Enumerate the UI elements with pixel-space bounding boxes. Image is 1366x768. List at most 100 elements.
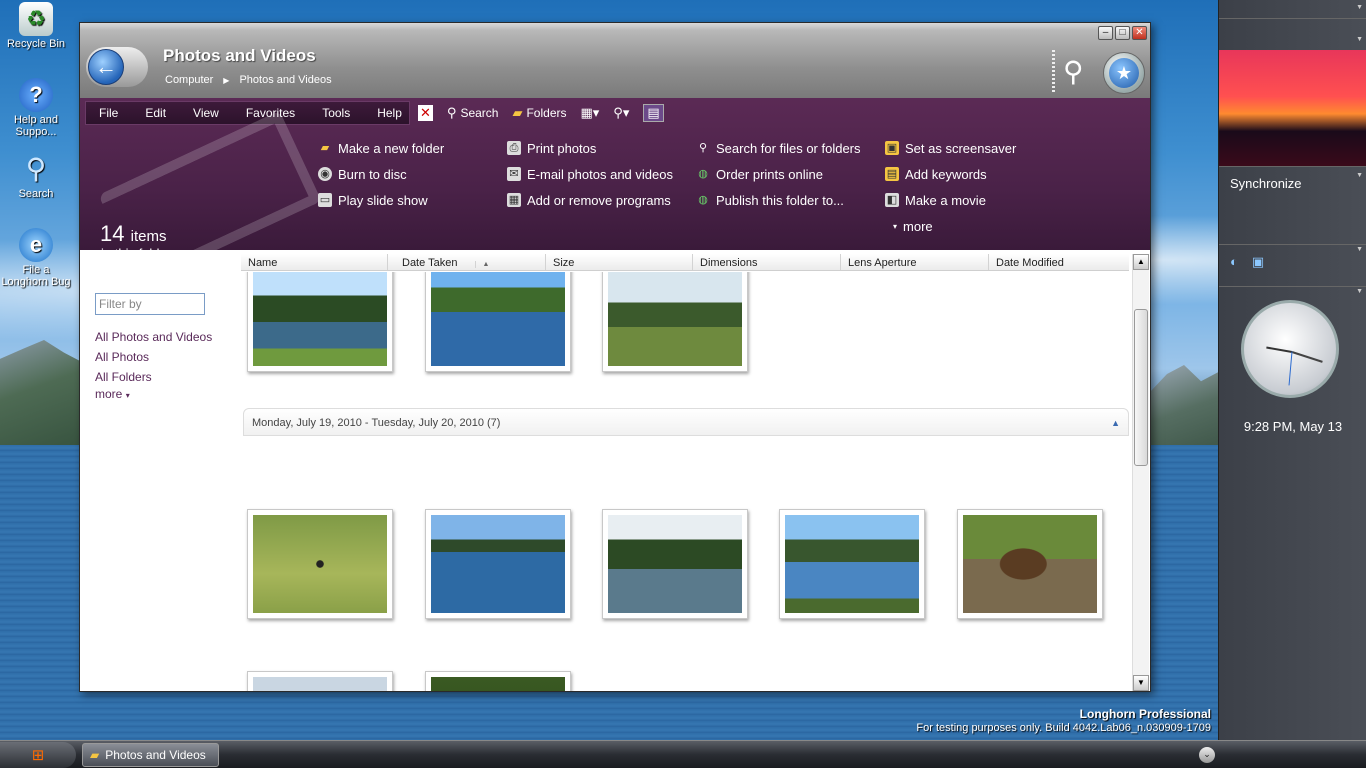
search-icon: ⚲ [25, 153, 47, 184]
task-order-prints[interactable]: ◍ Order prints online [696, 164, 885, 184]
explorer-window: ← Photos and Videos Computer ▶ Photos an… [79, 22, 1151, 692]
desktop-icon-search[interactable]: ⚲ Search [1, 152, 71, 201]
search-icon[interactable]: ⚲ [1063, 55, 1097, 89]
tile-menu-arrow-icon[interactable]: ▼ [1356, 172, 1363, 179]
tile-menu-arrow-icon[interactable]: ▼ [1356, 4, 1363, 11]
nav-all-folders[interactable]: All Folders [95, 367, 212, 387]
desktop-icon-label: Recycle Bin [6, 38, 66, 50]
task-make-new-folder[interactable]: ▰ Make a new folder [318, 138, 507, 158]
column-dimensions[interactable]: Dimensions [692, 254, 840, 270]
menu-file[interactable]: File [86, 102, 132, 124]
task-print-photos[interactable]: ⎙ Print photos [507, 138, 696, 158]
views-button[interactable]: ▦▾ [580, 105, 599, 121]
close-button[interactable]: ✕ [1132, 26, 1147, 40]
photo-thumbnail[interactable] [425, 272, 571, 372]
task-set-screensaver[interactable]: ▣ Set as screensaver [885, 138, 1074, 158]
scroll-down-button[interactable]: ▼ [1133, 675, 1149, 691]
breadcrumb-photos-videos[interactable]: Photos and Videos [239, 74, 331, 86]
photo-thumbnail[interactable] [425, 671, 571, 691]
breadcrumb-separator-icon[interactable]: ▶ [223, 76, 229, 85]
desktop-mountain-right [1150, 365, 1218, 455]
task-label: Burn to disc [338, 166, 407, 182]
task-more-link[interactable]: ▾ more [885, 216, 1074, 236]
tile-menu-arrow-icon[interactable]: ▼ [1356, 246, 1363, 253]
order-prints-icon: ◍ [698, 168, 708, 180]
task-label: E-mail photos and videos [527, 166, 673, 182]
nav-more-link[interactable]: more ▾ [95, 387, 212, 403]
task-email-photos[interactable]: ✉ E-mail photos and videos [507, 164, 696, 184]
minimize-button[interactable]: – [1098, 26, 1113, 40]
task-make-movie[interactable]: ◧ Make a movie [885, 190, 1074, 210]
task-play-slide-show[interactable]: ▭ Play slide show [318, 190, 507, 210]
task-add-keywords[interactable]: ▤ Add keywords [885, 164, 1074, 184]
photo-thumbnail[interactable] [247, 272, 393, 372]
photo-brown-bear [963, 515, 1097, 613]
nav-all-photos-videos[interactable]: All Photos and Videos [95, 327, 212, 347]
column-date-taken[interactable]: Date Taken ▲ [387, 254, 545, 270]
group-header[interactable]: Monday, July 19, 2010 - Tuesday, July 20… [243, 408, 1129, 436]
build-watermark: Longhorn Professional For testing purpos… [916, 708, 1211, 735]
photo-thumbnail[interactable] [602, 509, 748, 619]
task-add-remove-programs[interactable]: ▦ Add or remove programs [507, 190, 696, 210]
breadcrumb-computer[interactable]: Computer [165, 74, 213, 86]
ie-icon[interactable]: ◐ [1230, 254, 1238, 270]
start-button[interactable]: ⊞ [0, 742, 76, 768]
slideshow-icon: ▭ [318, 193, 332, 207]
photo-thumbnail[interactable] [602, 272, 748, 372]
search-button-label: Search [460, 106, 499, 120]
desktop-icon-label: Help and Suppo... [13, 114, 59, 138]
folders-button[interactable]: ▰ Folders [512, 105, 566, 121]
scroll-up-button[interactable]: ▲ [1133, 254, 1149, 270]
sync-label[interactable]: Synchronize [1230, 176, 1302, 191]
preview-pane-button[interactable]: ▤ [643, 104, 664, 122]
menu-edit[interactable]: Edit [132, 102, 180, 124]
maximize-button[interactable]: □ [1115, 26, 1130, 40]
desktop-icon-recycle-bin[interactable]: ♻ Recycle Bin [1, 2, 71, 50]
menu-view[interactable]: View [180, 102, 233, 124]
photo-thumbnail[interactable] [425, 509, 571, 619]
nav-all-photos[interactable]: All Photos [95, 347, 212, 367]
stop-button[interactable]: ✕ [418, 105, 433, 121]
column-date-modified[interactable]: Date Modified [988, 254, 1129, 270]
preview-pane-icon: ▤ [647, 105, 660, 120]
task-publish-folder[interactable]: ◍ Publish this folder to... [696, 190, 885, 210]
scrollbar-thumb[interactable] [1134, 309, 1148, 466]
star-icon: ★ [1109, 58, 1139, 88]
folders-button-label: Folders [526, 106, 567, 120]
photo-blue-lake [431, 272, 565, 366]
zoom-button[interactable]: ⚲▾ [613, 105, 629, 121]
task-label: Make a movie [905, 192, 986, 208]
folder-icon: ▰ [512, 105, 523, 120]
column-lens-aperture[interactable]: Lens Aperture [840, 254, 988, 270]
windows-logo-icon: ⊞ [31, 747, 45, 764]
photo-thumbnail[interactable] [779, 509, 925, 619]
task-burn-to-disc[interactable]: ◉ Burn to disc [318, 164, 507, 184]
photo-thumbnail[interactable] [957, 509, 1103, 619]
analog-clock[interactable] [1241, 300, 1339, 398]
photo-thumbnail[interactable] [247, 671, 393, 691]
task-search-files[interactable]: ⚲ Search for files or folders [696, 138, 885, 158]
menu-help[interactable]: Help [364, 102, 416, 124]
desktop-icon-help[interactable]: ? Help and Suppo... [1, 78, 71, 138]
collapse-caret-icon[interactable]: ▲ [1111, 409, 1120, 437]
search-button[interactable]: ⚲ Search [447, 105, 499, 121]
toolbar-grip[interactable] [1052, 50, 1055, 94]
taskbar-item-photos-videos[interactable]: ▰ Photos and Videos [82, 743, 219, 767]
favorites-button[interactable]: ★ [1103, 52, 1145, 94]
notepad-icon[interactable]: ▣ [1252, 254, 1264, 270]
filter-input[interactable]: Filter by [95, 293, 205, 315]
back-button[interactable]: ← [86, 47, 148, 87]
tile-menu-arrow-icon[interactable]: ▼ [1356, 36, 1363, 43]
menu-tools[interactable]: Tools [309, 102, 364, 124]
tray-expand-button[interactable]: ⌄ [1199, 747, 1215, 763]
photo-thumbnail[interactable] [247, 509, 393, 619]
title-bar[interactable]: ← Photos and Videos Computer ▶ Photos an… [80, 23, 1150, 98]
tile-menu-arrow-icon[interactable]: ▼ [1356, 288, 1363, 295]
column-name[interactable]: Name [241, 254, 387, 270]
photo-meadow [608, 272, 742, 366]
slideshow-tile[interactable] [1219, 50, 1366, 166]
column-size[interactable]: Size [545, 254, 692, 270]
watermark-build: For testing purposes only. Build 4042.La… [916, 722, 1211, 734]
vertical-scrollbar[interactable]: ▲ ▼ [1132, 254, 1149, 691]
desktop-icon-file-bug[interactable]: e File a Longhorn Bug [1, 228, 71, 288]
